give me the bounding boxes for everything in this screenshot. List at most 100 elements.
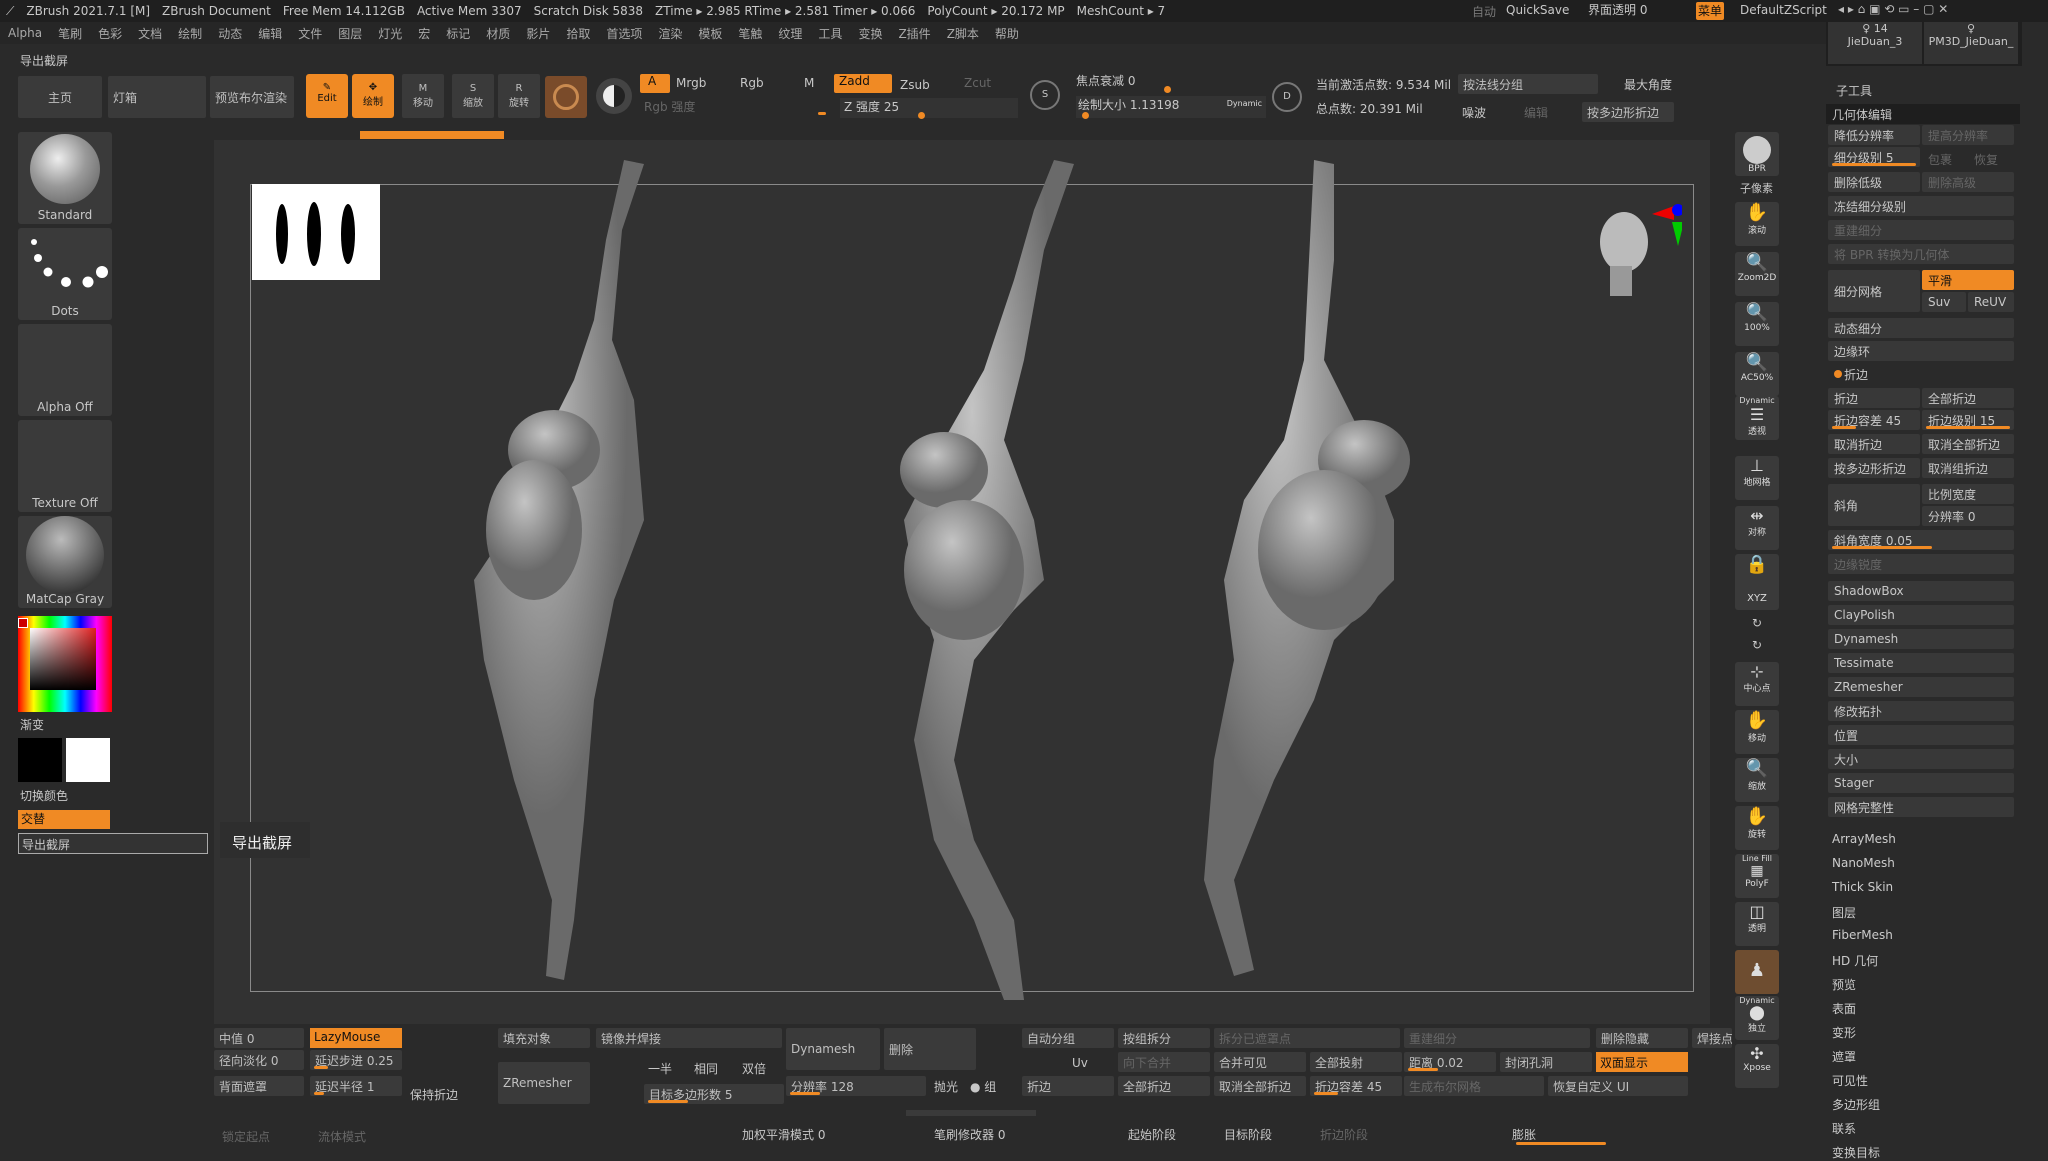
menu-item[interactable]: 编辑 [258,25,282,42]
menu-item[interactable]: 拾取 [566,25,590,42]
ratio-width-toggle[interactable]: 比例宽度 [1922,484,2014,504]
menu-item[interactable]: 模板 [698,25,722,42]
suv-toggle[interactable]: Suv [1922,292,1966,312]
palette-list-item[interactable]: 图层 [1832,904,1856,921]
group-split-button[interactable]: 按组拆分 [1118,1028,1210,1048]
menu-item[interactable]: Alpha [8,26,42,40]
noise-edit-button[interactable]: 编辑 [1524,104,1548,121]
reuv-toggle[interactable]: ReUV [1968,292,2014,312]
double-sided-toggle[interactable]: 双面显示 [1596,1052,1688,1072]
uncrease-all-button[interactable]: 取消全部折边 [1922,434,2014,454]
noise-button[interactable]: 噪波 [1462,104,1486,121]
lock-start-toggle[interactable]: 锁定起点 [222,1128,270,1145]
uv-button[interactable]: Uv [1072,1056,1088,1070]
transparency-button[interactable]: ◫ 透明 [1735,902,1779,946]
rotate-view-button[interactable]: ✋ 旋转 [1735,806,1779,850]
boolean-mesh-button[interactable]: 生成布尔网格 [1404,1076,1544,1096]
split-masked-button[interactable]: 拆分已遮罩点 [1214,1028,1400,1048]
draw-size-slider[interactable]: 绘制大小 1.13198 Dynamic [1076,96,1266,119]
palette-list-item[interactable]: 表面 [1832,1000,1856,1017]
uncrease-button[interactable]: 取消折边 [1828,434,1920,454]
rotate-axis-icon[interactable]: ↻ [1752,616,1762,630]
fill-object-button[interactable]: 填充对象 [498,1028,590,1048]
perspective-button[interactable]: Dynamic ☰ 透视 [1735,396,1779,440]
dynamesh-header[interactable]: Dynamesh [1828,629,2014,649]
size-header[interactable]: 大小 [1828,749,2014,769]
shadowbox-header[interactable]: ShadowBox [1828,581,2014,601]
delete-hidden-button[interactable]: 删除隐藏 [1596,1028,1688,1048]
backface-mask-toggle[interactable]: 背面遮罩 [214,1076,304,1096]
menu-item[interactable]: 绘制 [178,25,202,42]
zremesher-header[interactable]: ZRemesher [1828,677,2014,697]
del-higher-button[interactable]: 删除高级 [1922,172,2014,192]
scale-mode-button[interactable]: S 缩放 [452,74,494,118]
primary-color-swatch[interactable] [18,738,62,782]
rgb-intensity-slider[interactable]: Rgb 强度 [644,98,830,116]
menu-item[interactable]: 渲染 [658,25,682,42]
keep-crease-toggle[interactable]: 保持折边 [410,1086,458,1103]
target-poly-slider[interactable]: 目标多边形数 5 [644,1084,784,1104]
bevel-width-slider[interactable]: 斜角宽度 0.05 [1828,530,2014,550]
radial-fade-slider[interactable]: 径向淡化 0 [214,1050,304,1070]
scroll-button[interactable]: ✋ 滚动 [1735,202,1779,246]
target-stage-button[interactable]: 目标阶段 [1224,1126,1272,1143]
group-toggle[interactable]: ● 组 [970,1078,996,1095]
home-tab[interactable]: 主页 [18,76,102,118]
zsub-button[interactable]: Zsub [900,78,930,92]
center-button[interactable]: ⊹ 中心点 [1735,662,1779,706]
reconstruct-subdiv-button[interactable]: 重建细分 [1828,220,2014,240]
geometry-header[interactable]: 几何体编辑 [1826,104,2020,124]
menu-item[interactable]: 图层 [338,25,362,42]
ghost-button[interactable]: ♟ [1735,950,1779,994]
material-swatch[interactable] [545,76,587,118]
lower-res-button[interactable]: 降低分辨率 [1828,125,1920,145]
edit-mode-button[interactable]: ✎ Edit [306,74,348,118]
restore-custom-ui-button[interactable]: 恢复自定义 UI [1548,1076,1688,1096]
menu-item[interactable]: 影片 [526,25,550,42]
delete-button[interactable]: 删除 [884,1028,976,1070]
crease-button[interactable]: 折边 [1828,388,1920,408]
ui-transparency-slider[interactable]: 界面透明 0 [1588,1,1647,18]
palette-list-item[interactable]: 可见性 [1832,1072,1868,1089]
a-channel-button[interactable]: A [640,74,670,93]
crease-by-poly-button[interactable]: 按多边形折边 [1582,102,1674,122]
bevel-res-slider[interactable]: 分辨率 0 [1922,506,2014,526]
edgeloop-header[interactable]: 边缘环 [1828,341,2014,361]
mesh-integrity-header[interactable]: 网格完整性 [1828,797,2014,817]
menu-item[interactable]: 宏 [418,25,430,42]
palette-list-item[interactable]: Thick Skin [1832,880,1893,894]
lightbox-d-icon[interactable]: D [1272,82,1302,112]
weighted-smooth-slider[interactable]: 加权平滑模式 0 [742,1126,928,1146]
start-stage-button[interactable]: 起始阶段 [1128,1126,1176,1143]
rotate-axis-icon-2[interactable]: ↻ [1752,638,1762,652]
crease-header[interactable]: 折边 [1828,364,2014,384]
bevel-button[interactable]: 斜角 [1828,484,1920,526]
palette-list-item[interactable]: NanoMesh [1832,856,1895,870]
xpose-button[interactable]: ✣ Xpose [1735,1044,1779,1088]
quicksave-button[interactable]: QuickSave [1506,3,1569,17]
uncrease-group-button[interactable]: 取消组折边 [1922,458,2014,478]
weld-points-button[interactable]: 焊接点 [1692,1028,1732,1048]
subtool-thumb-a[interactable]: ♀ 14 JieDuan_3 [1828,22,1922,64]
crease-tol-bottom-slider[interactable]: 折边容差 45 [1310,1076,1402,1096]
orientation-gizmo[interactable] [1592,200,1684,296]
palette-list-item[interactable]: 预览 [1832,976,1856,993]
claypolish-header[interactable]: ClayPolish [1828,605,2014,625]
draw-mode-button[interactable]: ✥ 绘制 [352,74,394,118]
crease-by-poly-button-2[interactable]: 按多边形折边 [1828,458,1920,478]
mid-value-slider[interactable]: 中值 0 [214,1028,304,1048]
menu-item[interactable]: 笔刷 [58,25,82,42]
menu-item[interactable]: 文档 [138,25,162,42]
color-square[interactable] [30,628,96,690]
menu-item[interactable]: 变换 [858,25,882,42]
menu-item[interactable]: 色彩 [98,25,122,42]
menu-item[interactable]: 帮助 [995,25,1019,42]
project-all-button[interactable]: 全部投射 [1310,1052,1402,1072]
solo-button[interactable]: Dynamic ⬤ 独立 [1735,996,1779,1040]
subtool-header[interactable]: 子工具 [1830,80,2020,100]
uncrease-all-bottom-button[interactable]: 取消全部折边 [1214,1076,1306,1096]
menu-item[interactable]: 标记 [446,25,470,42]
alternate-button[interactable]: 交替 [18,810,110,829]
export-screen-button[interactable]: 导出截屏 [18,833,208,854]
crease-all-bottom-button[interactable]: 全部折边 [1118,1076,1210,1096]
